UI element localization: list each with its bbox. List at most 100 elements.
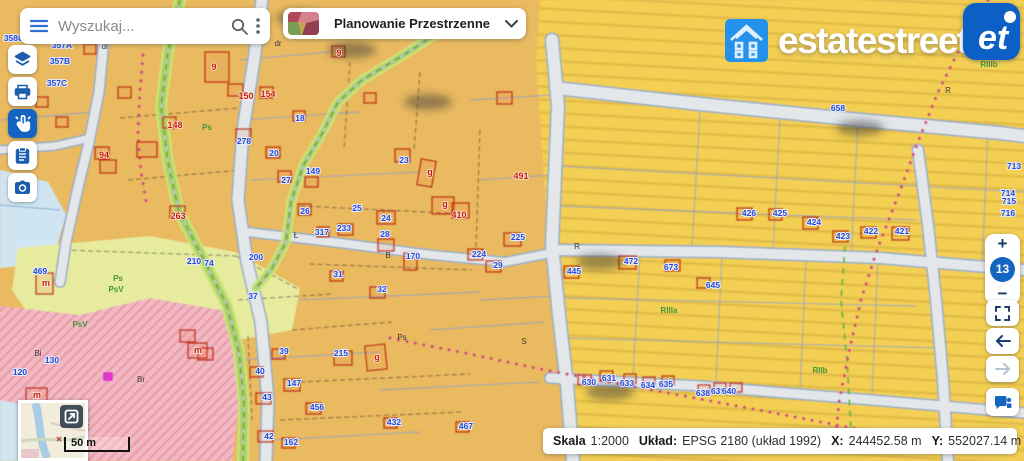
building bbox=[56, 117, 68, 127]
y-label: Y: bbox=[932, 434, 944, 448]
parcel-number-label: 18 bbox=[295, 113, 305, 123]
more-vertical-icon[interactable] bbox=[256, 18, 260, 34]
building-number-label: m bbox=[33, 390, 41, 400]
parcel-number-label: 635 bbox=[659, 379, 673, 389]
x-value: 244452.58 m bbox=[849, 434, 922, 448]
building-number-label: g bbox=[427, 167, 433, 177]
parcel-number-label: 162 bbox=[284, 437, 298, 447]
parcel-number-label: 424 bbox=[807, 217, 821, 227]
parcel-number-label: 31 bbox=[333, 269, 343, 279]
parcel-number-label: 421 bbox=[895, 226, 909, 236]
parcel-number-label: 631 bbox=[602, 373, 616, 383]
camera-button[interactable] bbox=[8, 173, 37, 202]
parcel-number-label: 130 bbox=[45, 355, 59, 365]
parcel-number-label: 147 bbox=[287, 378, 301, 388]
parcel-number-label: 200 bbox=[249, 252, 263, 262]
building bbox=[180, 330, 195, 342]
forward-button[interactable] bbox=[986, 356, 1019, 382]
parcel-number-label: 24 bbox=[381, 213, 391, 223]
status-bar: Skala 1:2000 Układ: EPSG 2180 (układ 199… bbox=[543, 428, 1017, 454]
layer-thumbnail bbox=[288, 12, 319, 35]
estatestreet-house-icon bbox=[724, 18, 769, 63]
map-canvas[interactable]: 357A357B357C358C149232524233317282252241… bbox=[0, 0, 1024, 461]
crs-label: Układ: bbox=[639, 434, 677, 448]
map-annotation-label: Ps bbox=[397, 333, 406, 342]
feedback-chat-button[interactable] bbox=[986, 388, 1019, 416]
fullscreen-button[interactable] bbox=[986, 300, 1019, 326]
parcel-number-label: 42 bbox=[264, 431, 274, 441]
parcel-number-label: 425 bbox=[773, 208, 787, 218]
building-number-label: 263 bbox=[170, 211, 185, 221]
land-use-label: Ps bbox=[202, 123, 212, 132]
menu-hamburger-icon[interactable] bbox=[30, 19, 48, 33]
parcel-number-label: 43 bbox=[262, 392, 272, 402]
estatestreet-logo-mark[interactable]: et bbox=[963, 3, 1020, 60]
parcel-number-label: 456 bbox=[310, 402, 324, 412]
building-number-label: 148 bbox=[167, 120, 182, 130]
parcel-number-label: 29 bbox=[493, 260, 503, 270]
parcel-number-label: 32 bbox=[377, 284, 387, 294]
parcel-number-label: 658 bbox=[831, 103, 845, 113]
blur-smudge bbox=[836, 120, 884, 136]
y-value: 552027.14 m bbox=[948, 434, 1021, 448]
map-annotation-label: R bbox=[574, 242, 580, 251]
building-number-label: 150 bbox=[238, 91, 253, 101]
parcel-number-label: 426 bbox=[742, 208, 756, 218]
chevron-down-icon bbox=[505, 20, 518, 28]
parcel-number-label: 467 bbox=[459, 421, 473, 431]
building-number-label: m bbox=[42, 278, 50, 288]
building-number-label: 9 bbox=[211, 62, 216, 72]
parcel-number-label: 422 bbox=[864, 226, 878, 236]
parcel-number-label: 673 bbox=[664, 262, 678, 272]
parcel-number-label: 225 bbox=[511, 232, 525, 242]
land-use-label: PsV bbox=[72, 320, 88, 329]
parcel-number-label: 445 bbox=[567, 266, 581, 276]
scale-bar-label: 50 m bbox=[71, 437, 96, 449]
parcel-number-label: 215 bbox=[334, 348, 348, 358]
layers-button[interactable] bbox=[8, 45, 37, 74]
parcel-number-label: 20 bbox=[269, 148, 279, 158]
building bbox=[364, 93, 376, 103]
building bbox=[305, 177, 318, 187]
building-number-label: 491 bbox=[513, 171, 528, 181]
parcel-number-label: 27 bbox=[281, 175, 291, 185]
zoom-in-button[interactable]: + bbox=[998, 237, 1008, 251]
parcel-number-label: 630 bbox=[582, 377, 596, 387]
parcel-number-label: 317 bbox=[315, 227, 329, 237]
minimap-expand-icon[interactable] bbox=[60, 405, 83, 428]
layer-dropdown[interactable]: Planowanie Przestrzenne bbox=[283, 8, 526, 39]
parcel-number-label: 715 bbox=[1002, 196, 1016, 206]
crs-value: EPSG 2180 (układ 1992) bbox=[682, 434, 821, 448]
parcel-number-label: 40 bbox=[255, 366, 265, 376]
search-input[interactable] bbox=[56, 17, 223, 36]
land-use-label: RIIIb bbox=[980, 60, 997, 69]
parcel-number-label: 278 bbox=[237, 136, 251, 146]
parcel-number-label: 39 bbox=[279, 346, 289, 356]
scale-label: Skala bbox=[553, 434, 586, 448]
map-annotation-label: Bi bbox=[34, 349, 41, 358]
parcel-number-label: 25 bbox=[352, 203, 362, 213]
blur-smudge bbox=[328, 42, 376, 58]
land-use-label: Ps bbox=[113, 274, 123, 283]
parcel-number-label: 233 bbox=[337, 223, 351, 233]
map-annotation-label: Br bbox=[137, 375, 145, 384]
parcel-number-label: 28 bbox=[380, 229, 390, 239]
map-annotation-label: S bbox=[521, 337, 526, 346]
print-button[interactable] bbox=[8, 77, 37, 106]
parcel-number-label: 634 bbox=[641, 380, 655, 390]
touch-pointer-button[interactable] bbox=[8, 109, 37, 138]
zoom-out-button[interactable]: − bbox=[998, 287, 1008, 301]
parcel-number-label: 224 bbox=[472, 249, 486, 259]
back-button[interactable] bbox=[986, 328, 1019, 354]
parcel-number-label: 357C bbox=[47, 78, 67, 88]
scale-value: 1:2000 bbox=[591, 434, 629, 448]
building bbox=[205, 52, 229, 82]
parcel-number-label: 37 bbox=[248, 291, 258, 301]
building-number-label: 410 bbox=[451, 210, 466, 220]
search-bar bbox=[20, 8, 270, 44]
parcel-number-label: 120 bbox=[13, 367, 27, 377]
brand-logo-text: estatestreet bbox=[778, 20, 968, 62]
parcel-number-label: 469 bbox=[33, 266, 47, 276]
clipboard-button[interactable] bbox=[8, 141, 37, 170]
search-icon[interactable] bbox=[231, 18, 248, 35]
